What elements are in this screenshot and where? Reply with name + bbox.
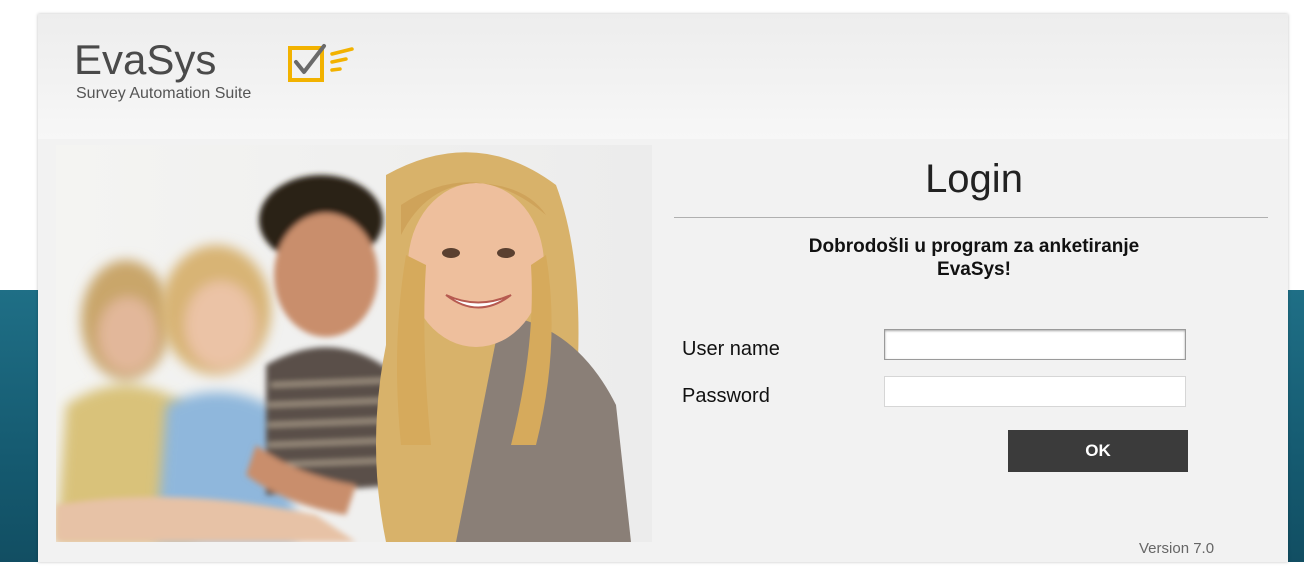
students-photo [56,145,652,542]
welcome-line-1: Dobrodošli u program za anketiranje [808,236,1140,257]
title-divider [674,217,1268,218]
header: EvaSys Survey Automation Suite [38,14,1288,139]
login-panel: Login Dobrodošli u program za anketiranj… [674,145,1274,557]
logo-tagline: Survey Automation Suite [76,85,252,102]
ok-button[interactable]: OK [1008,430,1188,472]
checkbox-check-icon [288,44,354,82]
welcome-message: Dobrodošli u program za anketiranje EvaS… [674,235,1274,281]
password-input[interactable] [884,376,1186,407]
username-label: User name [682,338,780,360]
evasys-logo: EvaSys Survey Automation Suite [74,36,374,116]
background-bottom-strip [0,562,1304,573]
welcome-line-2: EvaSys! [937,259,1011,280]
version-label: Version 7.0 [1139,540,1215,557]
password-label: Password [682,385,770,407]
logo-wordmark: EvaSys [74,36,217,83]
login-title: Login [925,157,1023,201]
login-card: EvaSys Survey Automation Suite Login Dob… [38,14,1288,562]
username-input[interactable] [884,329,1186,360]
